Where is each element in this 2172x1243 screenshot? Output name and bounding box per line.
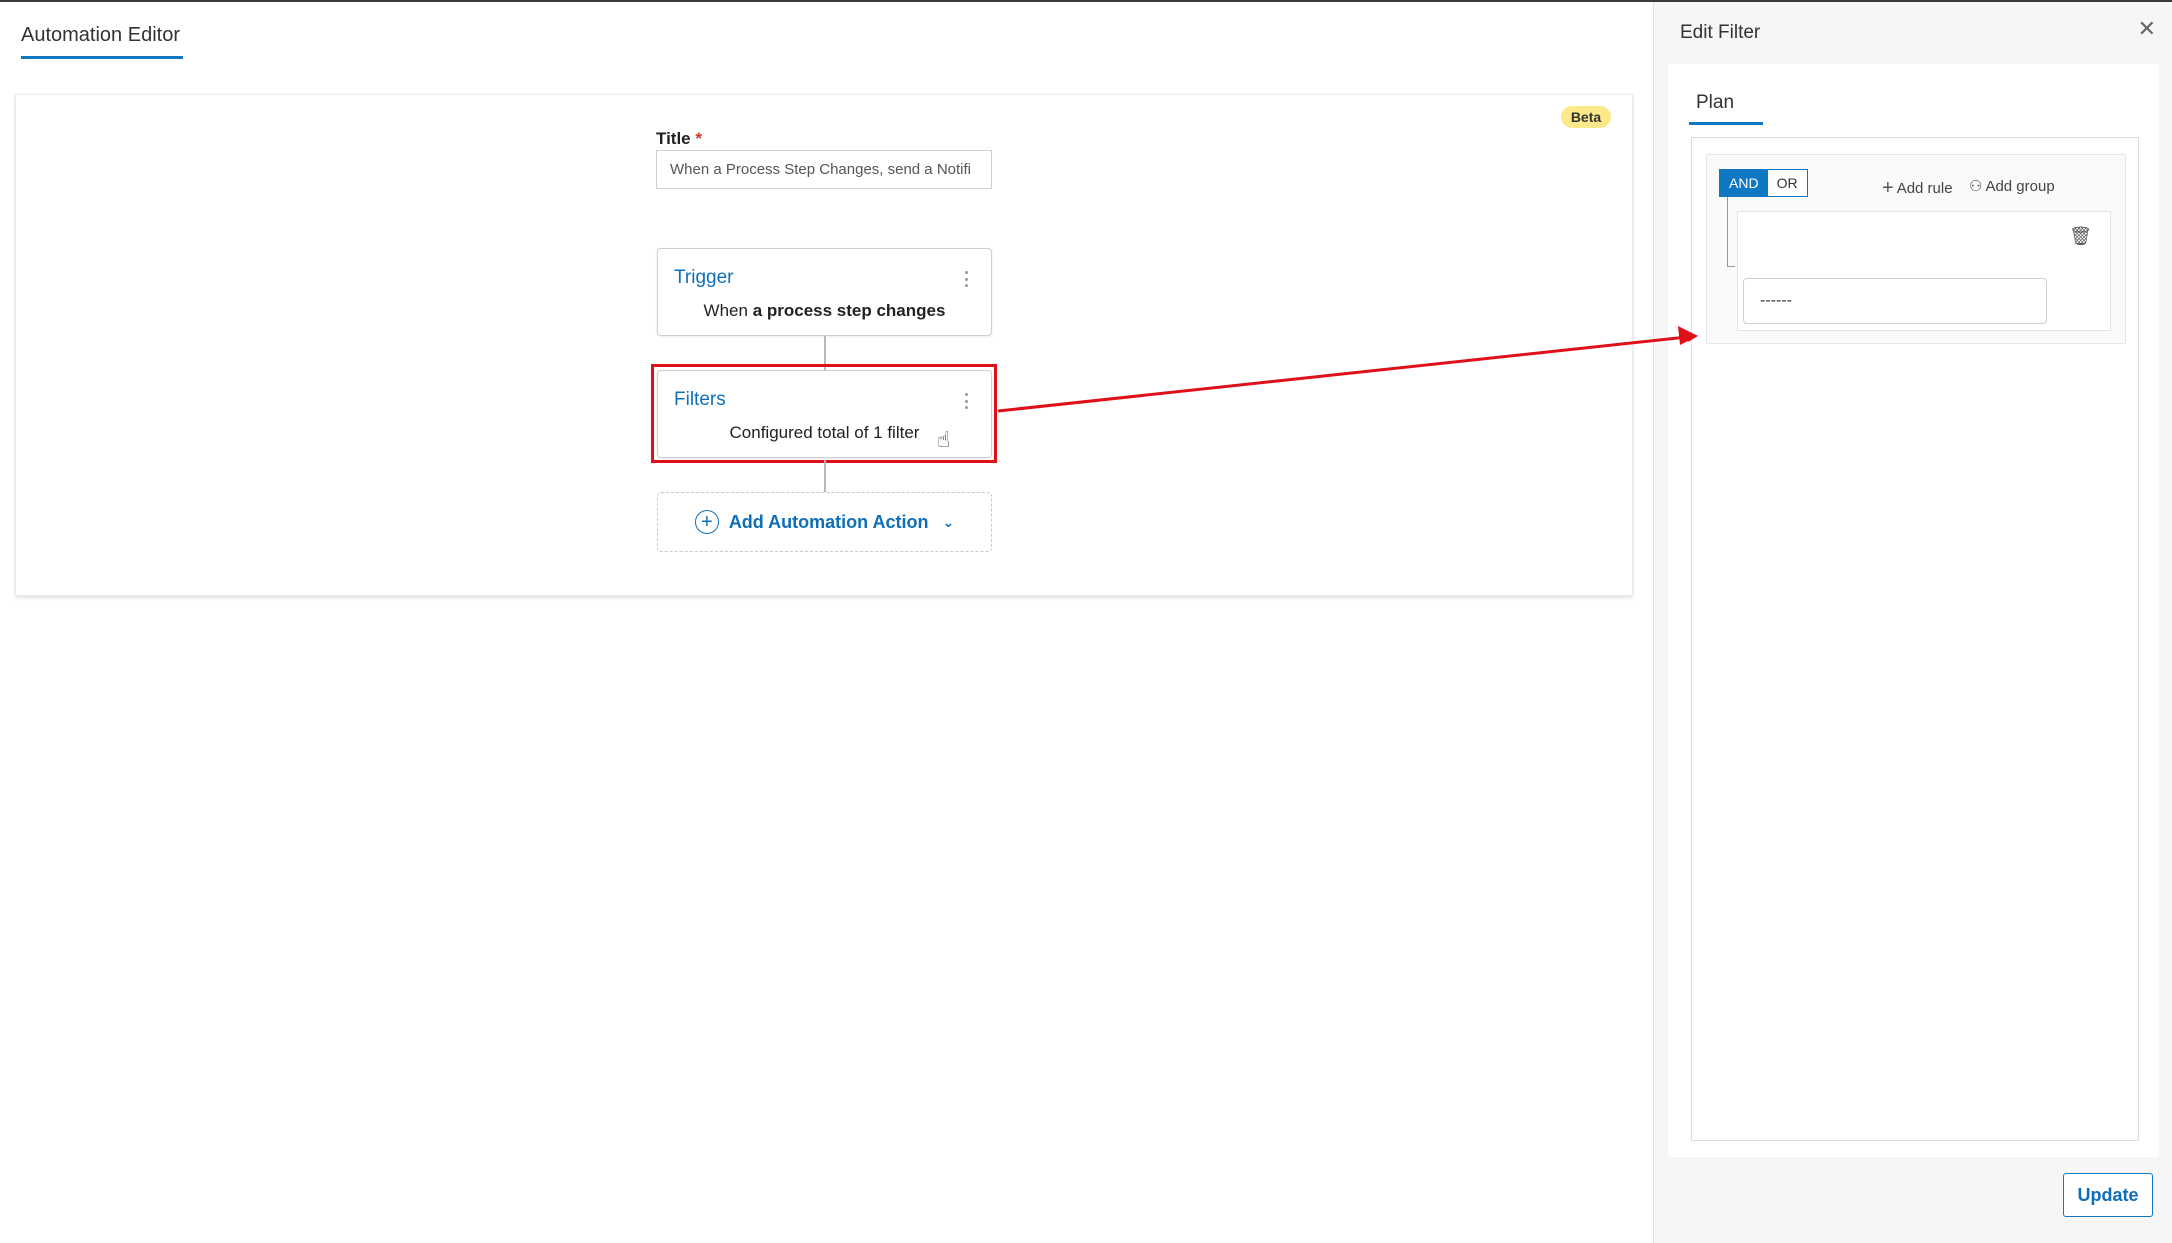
trigger-desc-prefix: When bbox=[703, 301, 753, 320]
pointer-hand-icon: ☝ bbox=[937, 427, 951, 452]
filter-rule: 🗑 ------ bbox=[1737, 211, 2111, 331]
beta-badge: Beta bbox=[1561, 106, 1611, 128]
plus-icon: + bbox=[1882, 177, 1894, 199]
tab-plan[interactable]: Plan bbox=[1696, 92, 1734, 114]
tab-automation-editor[interactable]: Automation Editor bbox=[21, 24, 180, 47]
add-group-label: Add group bbox=[1985, 177, 2055, 195]
add-group-button[interactable]: ⚇ Add group bbox=[1969, 177, 2055, 196]
active-tab-indicator bbox=[21, 56, 183, 59]
add-automation-action-button[interactable]: + Add Automation Action ⌄ bbox=[657, 492, 992, 552]
flow-connector bbox=[824, 460, 826, 492]
update-button[interactable]: Update bbox=[2063, 1173, 2153, 1217]
title-input[interactable] bbox=[656, 150, 992, 189]
title-label-text: Title bbox=[656, 129, 691, 148]
rule-group: AND OR + Add rule ⚇ Add group 🗑 ------ bbox=[1706, 154, 2126, 344]
plan-tab-indicator bbox=[1689, 122, 1763, 125]
add-automation-action-label: Add Automation Action bbox=[728, 511, 929, 532]
panel-title: Edit Filter bbox=[1680, 22, 1761, 43]
trigger-kebab-menu-icon[interactable] bbox=[965, 271, 969, 287]
chevron-down-icon: ⌄ bbox=[942, 513, 955, 530]
add-rule-button[interactable]: + Add rule bbox=[1882, 177, 1953, 200]
trigger-card-title: Trigger bbox=[674, 267, 734, 288]
trash-icon[interactable]: 🗑 bbox=[2069, 226, 2092, 247]
panel-content: Plan AND OR + Add rule ⚇ Add group 🗑 ---… bbox=[1668, 64, 2159, 1157]
required-mark: * bbox=[695, 129, 702, 148]
or-toggle-button[interactable]: OR bbox=[1767, 170, 1807, 196]
query-builder: AND OR + Add rule ⚇ Add group 🗑 ------ bbox=[1691, 137, 2139, 1141]
title-label: Title * bbox=[656, 129, 702, 149]
trigger-desc-event: a process step changes bbox=[752, 301, 946, 320]
and-toggle-button[interactable]: AND bbox=[1720, 170, 1768, 196]
and-or-toggle: AND OR bbox=[1719, 169, 1808, 197]
trigger-card-description: When a process step changes bbox=[658, 301, 991, 321]
plus-circle-icon: + bbox=[694, 510, 719, 534]
add-rule-label: Add rule bbox=[1896, 180, 1953, 197]
trigger-card[interactable]: Trigger When a process step changes bbox=[657, 248, 992, 336]
close-icon[interactable]: ✕ bbox=[2138, 16, 2156, 42]
group-icon: ⚇ bbox=[1969, 178, 1983, 195]
edit-filter-panel: Edit Filter ✕ Plan AND OR + Add rule ⚇ A… bbox=[1653, 2, 2172, 1243]
rule-field-select[interactable]: ------ bbox=[1743, 278, 2047, 324]
tree-connector-line bbox=[1727, 197, 1735, 267]
